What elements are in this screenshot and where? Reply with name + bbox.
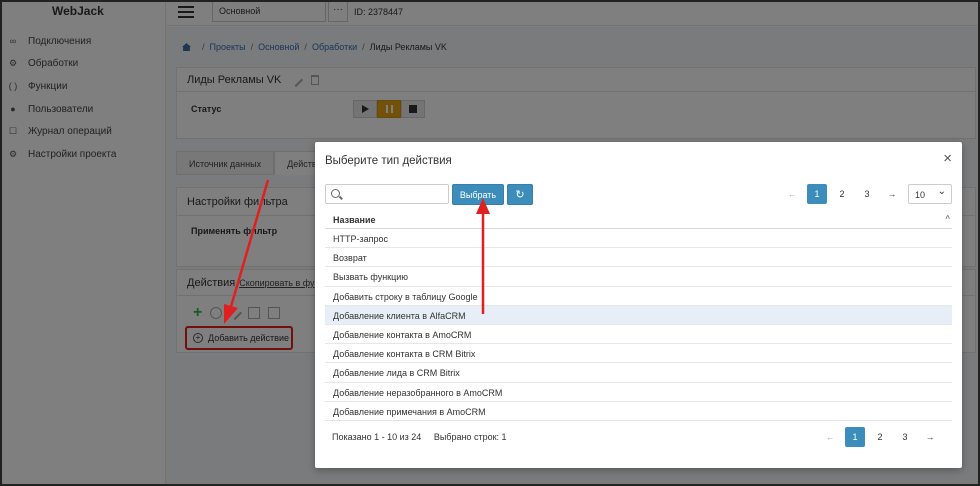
sort-icon: ^ — [945, 214, 950, 223]
pager-page-1[interactable]: 1 — [807, 184, 827, 204]
search-icon — [331, 189, 340, 198]
rows-shown: Показано 1 - 10 из 24 — [332, 432, 422, 442]
per-page-select[interactable]: 10 — [908, 184, 952, 204]
select-button[interactable]: Выбрать — [452, 184, 504, 205]
table-body: HTTP-запрос Возврат Вызвать функцию Добавит… — [325, 229, 952, 421]
column-header-name[interactable]: Название ^ — [325, 210, 952, 229]
pagination-bottom: ← 1 2 3 → — [815, 427, 940, 447]
table-row[interactable]: Добавление контакта в AmoCRM — [325, 325, 952, 345]
table-footer-info: Показано 1 - 10 из 24 Выбрано строк: 1 — [332, 432, 507, 442]
pager-page-3[interactable]: 3 — [857, 184, 877, 204]
table-row[interactable]: Возврат — [325, 248, 952, 268]
table-row[interactable]: Добавить строку в таблицу Google — [325, 287, 952, 306]
pager-prev[interactable]: ← — [782, 184, 802, 204]
refresh-icon: ↻ — [515, 189, 525, 201]
table-row[interactable]: Добавление примечания в AmoCRM — [325, 402, 952, 421]
pager-page-2[interactable]: 2 — [832, 184, 852, 204]
table-row[interactable]: HTTP-запрос — [325, 229, 952, 249]
action-types-table: Название ^ HTTP-запрос Возврат Вызвать функ… — [325, 210, 952, 421]
table-row[interactable]: Вызвать функцию — [325, 267, 952, 287]
modal-title: Выберите тип действия — [325, 155, 452, 167]
pager-next[interactable]: → — [882, 184, 902, 204]
pager-page-1[interactable]: 1 — [845, 427, 865, 447]
table-row[interactable]: Добавление лида в CRM Bitrix — [325, 363, 952, 383]
pager-prev[interactable]: ← — [820, 427, 840, 447]
close-icon[interactable]: × — [943, 150, 952, 167]
table-row[interactable]: Добавление неразобранного в AmoCRM — [325, 383, 952, 402]
pager-page-2[interactable]: 2 — [870, 427, 890, 447]
refresh-button[interactable]: ↻ — [507, 184, 533, 205]
pagination-top: ← 1 2 3 → 10 — [777, 184, 952, 204]
rows-selected: Выбрано строк: 1 — [433, 432, 507, 442]
select-action-type-modal: Выберите тип действия × Выбрать ↻ ← 1 2 … — [315, 142, 962, 468]
table-row[interactable]: Добавление контакта в CRM Bitrix — [325, 344, 952, 364]
app-frame: WebJack ∞Подключения ⚙Обработки ( )Функц… — [0, 0, 980, 486]
search-input[interactable] — [346, 185, 446, 203]
search-box — [325, 184, 449, 204]
table-row[interactable]: Добавление клиента в AlfaCRM — [325, 305, 952, 325]
pager-page-3[interactable]: 3 — [895, 427, 915, 447]
pager-next[interactable]: → — [920, 427, 940, 447]
